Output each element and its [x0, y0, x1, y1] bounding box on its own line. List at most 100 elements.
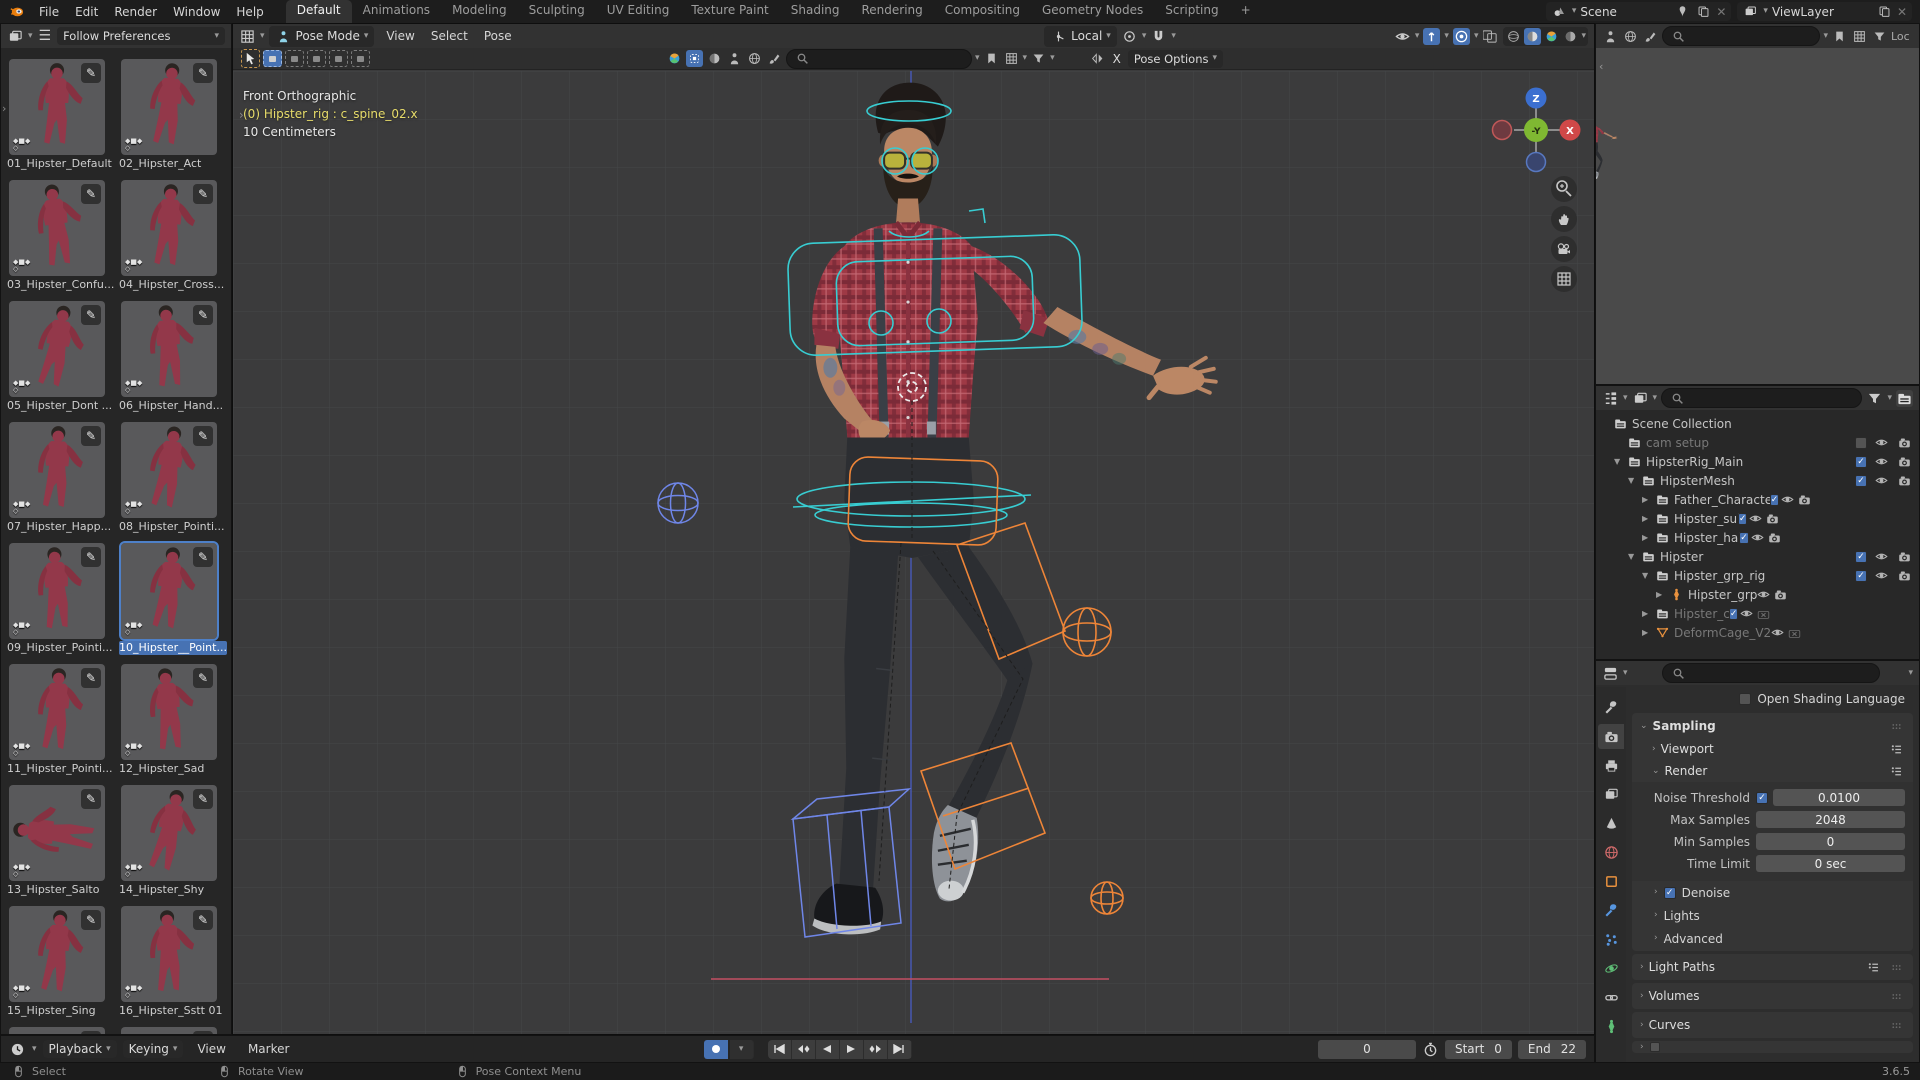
asset-label-15[interactable]: 15_Hipster_Sing	[7, 1004, 115, 1018]
pose-options-dropdown[interactable]: Pose Options ▾	[1127, 49, 1224, 68]
hide-eye-icon[interactable]	[1873, 472, 1890, 489]
sidebar-expand-chevron[interactable]: ›	[2, 102, 6, 115]
viewlayer-selector[interactable]: ▾ ViewLayer ✕	[1737, 2, 1912, 21]
outliner-row-hipstermesh[interactable]: ▼ HipsterMesh ✓	[1600, 471, 1917, 490]
select-mode-intersect-icon[interactable]	[351, 50, 370, 67]
show-gizmo-icon[interactable]	[1423, 27, 1441, 45]
viewport-canvas[interactable]: Z X -Y › Front Orthographic (0) Hipster_…	[233, 71, 1594, 1034]
disclosure-icon[interactable]: ▶	[1642, 533, 1654, 542]
object-visibility-icon[interactable]	[1394, 28, 1411, 45]
asset-label-14[interactable]: 14_Hipster_Shy	[119, 883, 227, 897]
panel-curves[interactable]: › Curves	[1632, 1012, 1913, 1038]
preset-icon[interactable]	[1865, 959, 1882, 976]
edit-pose-icon[interactable]: ✎	[81, 184, 101, 204]
subsection-advanced[interactable]: › Advanced	[1632, 927, 1913, 950]
outliner-editor-icon[interactable]	[1602, 390, 1619, 407]
edit-pose-icon[interactable]: ✎	[81, 789, 101, 809]
subsection-lights[interactable]: › Lights	[1632, 904, 1913, 927]
render-camera-icon[interactable]	[1796, 491, 1813, 508]
workspace-tab-sculpting[interactable]: Sculpting	[518, 0, 596, 23]
select-mode-subtract-icon[interactable]	[307, 50, 326, 67]
hide-eye-icon[interactable]	[1873, 434, 1890, 451]
edit-pose-icon[interactable]: ✎	[81, 305, 101, 325]
outliner-filter-icon[interactable]	[1866, 390, 1883, 407]
hide-eye-icon[interactable]	[1747, 510, 1764, 527]
stopwatch-icon[interactable]	[1422, 1041, 1439, 1058]
viewport-editor-icon[interactable]	[239, 28, 256, 45]
outliner-row-hipster_hair[interactable]: ▶ Hipster_hair ✓	[1600, 528, 1917, 547]
properties-tab-output[interactable]	[1598, 753, 1624, 778]
select-mode-extend-icon[interactable]	[285, 50, 304, 67]
asset-label-6[interactable]: 06_Hipster_Hand...	[119, 399, 227, 413]
preview-bookmark-icon[interactable]	[1831, 28, 1848, 45]
jump-to-end-button[interactable]	[887, 1039, 912, 1059]
add-workspace-button[interactable]: +	[1230, 0, 1262, 23]
asset-thumbnail-4[interactable]: ✎ ◆■◆ ◇	[121, 180, 217, 276]
disclosure-icon[interactable]: ▶	[1642, 609, 1654, 618]
falloff-sphere-icon[interactable]	[666, 50, 683, 67]
shading-solid-icon[interactable]	[1524, 27, 1542, 45]
subpanel-render[interactable]: ⌄ Render	[1632, 760, 1913, 782]
disclosure-icon[interactable]: ▶	[1642, 628, 1654, 637]
half-sphere-icon[interactable]	[706, 50, 723, 67]
render-camera-icon[interactable]	[1755, 605, 1772, 622]
disclosure-icon[interactable]: ▼	[1628, 476, 1640, 485]
preview-collapse-chevron[interactable]: ‹	[1599, 60, 1603, 73]
hide-eye-icon[interactable]	[1738, 605, 1755, 622]
workspace-tab-default[interactable]: Default	[285, 0, 352, 23]
properties-editor-icon[interactable]	[1602, 665, 1619, 682]
bookmark-icon[interactable]	[983, 50, 1000, 67]
asset-label-1[interactable]: 01_Hipster_Default	[7, 157, 115, 171]
preview-person-icon[interactable]	[1602, 28, 1619, 45]
hide-eye-icon[interactable]	[1755, 586, 1772, 603]
disclosure-icon[interactable]: ▶	[1656, 590, 1668, 599]
outliner-row-cam-setup[interactable]: cam setup	[1600, 433, 1917, 452]
edit-pose-icon[interactable]: ✎	[193, 910, 213, 930]
menu-edit[interactable]: Edit	[67, 3, 106, 21]
asset-thumbnail-7[interactable]: ✎ ◆■◆ ◇	[9, 422, 105, 518]
disclosure-icon[interactable]: ▼	[1614, 457, 1626, 466]
current-frame-field[interactable]: 0	[1317, 1039, 1416, 1059]
timeline-editor-icon[interactable]	[9, 1041, 26, 1058]
properties-tab-render[interactable]	[1598, 724, 1624, 749]
workspace-tab-geometry-nodes[interactable]: Geometry Nodes	[1031, 0, 1154, 23]
noise-threshold-checkbox[interactable]: ✓	[1756, 791, 1768, 804]
time-limit-field[interactable]: 0 sec	[1756, 855, 1905, 872]
workspace-tab-rendering[interactable]: Rendering	[851, 0, 934, 23]
globe-icon[interactable]	[746, 50, 763, 67]
auto-keying-record-button[interactable]	[703, 1039, 728, 1059]
asset-label-4[interactable]: 04_Hipster_Cross...	[119, 278, 227, 292]
viewport-menu-select[interactable]: Select	[423, 27, 476, 45]
properties-tab-scene[interactable]	[1598, 811, 1624, 836]
blender-logo[interactable]	[8, 3, 25, 20]
workspace-tab-texture-paint[interactable]: Texture Paint	[680, 0, 779, 23]
mode-dropdown[interactable]: Pose Mode ▾	[268, 25, 375, 47]
edit-pose-icon[interactable]: ✎	[81, 547, 101, 567]
preview-globe-icon[interactable]	[1622, 28, 1639, 45]
brush-icon[interactable]	[766, 50, 783, 67]
scene-selector[interactable]: ▾ Scene ✕	[1545, 2, 1732, 21]
hide-eye-icon[interactable]	[1873, 548, 1890, 565]
subpanel-viewport[interactable]: › Viewport	[1632, 738, 1913, 760]
asset-thumbnail-2[interactable]: ✎ ◆■◆ ◇	[121, 59, 217, 155]
outliner-row-hipster_cs[interactable]: ▶ Hipster_cs ✓	[1600, 604, 1917, 623]
workspace-tab-animations[interactable]: Animations	[352, 0, 441, 23]
preset-icon[interactable]	[1888, 763, 1905, 780]
edit-pose-icon[interactable]: ✎	[193, 547, 213, 567]
asset-thumbnail-14[interactable]: ✎ ◆■◆ ◇	[121, 785, 217, 881]
asset-thumbnail-15[interactable]: ✎ ◆■◆ ◇	[9, 906, 105, 1002]
asset-label-2[interactable]: 02_Hipster_Act	[119, 157, 227, 171]
render-camera-icon[interactable]	[1896, 567, 1913, 584]
asset-label-3[interactable]: 03_Hipster_Confu...	[7, 278, 115, 292]
asset-label-11[interactable]: 11_Hipster_Pointi...	[7, 762, 115, 776]
selectable-checkbox[interactable]: ✓	[1855, 455, 1867, 468]
asset-thumbnail-3[interactable]: ✎ ◆■◆ ◇	[9, 180, 105, 276]
workspace-tab-shading[interactable]: Shading	[780, 0, 851, 23]
asset-label-16[interactable]: 16_Hipster_Sstt 01	[119, 1004, 227, 1018]
workspace-tab-modeling[interactable]: Modeling	[441, 0, 518, 23]
properties-tab-data[interactable]	[1598, 1014, 1624, 1039]
menu-help[interactable]: Help	[228, 3, 271, 21]
panel-cut-off[interactable]: ›	[1632, 1041, 1913, 1053]
next-keyframe-button[interactable]	[863, 1039, 888, 1059]
workspace-tab-uv-editing[interactable]: UV Editing	[596, 0, 681, 23]
